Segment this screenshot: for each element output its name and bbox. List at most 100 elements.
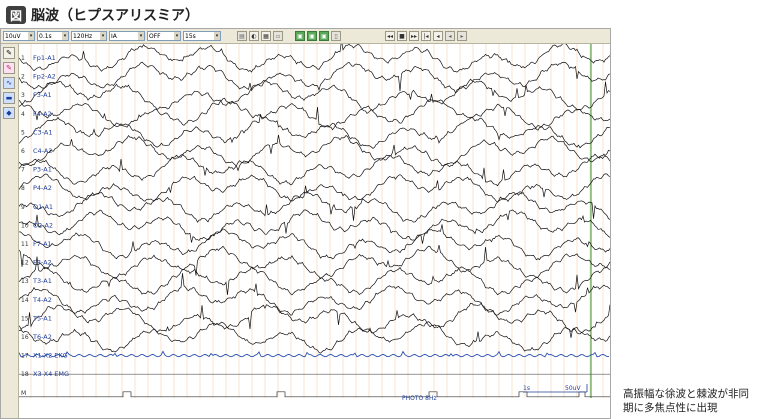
channel-label[interactable]: C3-A1 <box>33 128 52 136</box>
panel-icon[interactable]: ▬ <box>3 92 15 104</box>
montage-b-icon[interactable]: ▣ <box>307 31 317 41</box>
pen-icon[interactable]: ✎ <box>3 47 15 59</box>
chevron-down-icon: ▾ <box>28 32 34 40</box>
zoom-icon[interactable]: ◐ <box>249 31 259 41</box>
rewind-icon[interactable]: ◂◂ <box>385 31 395 41</box>
channel-number: 15 <box>21 315 29 322</box>
skip-start-icon[interactable]: |◂ <box>421 31 431 41</box>
sensitivity-select[interactable]: 10uV ▾ <box>3 31 35 41</box>
channel-number: 10 <box>21 222 29 229</box>
channel-label[interactable]: O1-A1 <box>33 203 53 211</box>
print-icon[interactable]: ▤ <box>237 31 247 41</box>
figure-title: 脳波（ヒプスアリスミア） <box>31 8 199 24</box>
eeg-trace <box>19 97 610 131</box>
channel-label[interactable]: F8-A2 <box>33 259 52 267</box>
channel-number: M <box>21 390 26 397</box>
channel-label[interactable]: F7-A1 <box>33 240 52 248</box>
eeg-traces <box>19 44 610 398</box>
eeg-trace <box>19 245 610 280</box>
channel-label[interactable]: T6-A2 <box>32 333 52 341</box>
channel-number: 13 <box>21 278 29 285</box>
figure-caption: 高振幅な徐波と棘波が非同 期に多焦点性に出現 <box>623 387 763 415</box>
eeg-viewer-window: 10uV ▾ 0.1s ▾ 120Hz ▾ IA ▾ OFF ▾ 15s ▾ ▤ ◐ ▦ ▫… <box>0 28 611 419</box>
copy-icon[interactable]: ▫ <box>273 31 283 41</box>
channel-label[interactable]: Fp1-A1 <box>33 54 56 62</box>
chevron-down-icon: ▾ <box>62 32 68 40</box>
channel-label[interactable]: O2-A2 <box>33 221 53 229</box>
channel-label[interactable]: C4-A2 <box>33 147 52 155</box>
eeg-trace <box>19 44 610 73</box>
high-cut-filter-select[interactable]: 120Hz ▾ <box>71 31 107 41</box>
chevron-down-icon: ▾ <box>214 32 220 40</box>
channel-number: 6 <box>21 148 25 155</box>
channel-label[interactable]: Fp2-A2 <box>33 73 56 81</box>
chevron-down-icon: ▾ <box>174 32 180 40</box>
channel-number: 11 <box>21 241 29 248</box>
montage-a-icon[interactable]: ▣ <box>295 31 305 41</box>
figure-header: 図 脳波（ヒプスアリスミア） <box>6 4 199 26</box>
marker-icon[interactable]: ✎ <box>3 62 15 74</box>
time-constant-select[interactable]: 0.1s ▾ <box>37 31 69 41</box>
channel-number: 17 <box>21 353 29 360</box>
eeg-trace <box>19 209 610 243</box>
eeg-trace-area[interactable]: 1 Fp1-A1 2 Fp2-A2 3 F3-A1 4 F4-A2 5 C3-A1 6 C4-A2 7 P… <box>19 44 610 418</box>
channel-label[interactable]: F4-A2 <box>33 110 52 118</box>
step-forward-icon[interactable]: ◂ <box>445 31 455 41</box>
stop-icon[interactable]: ■ <box>397 31 407 41</box>
eeg-trace <box>19 173 610 203</box>
notch-filter-select[interactable]: OFF ▾ <box>147 31 181 41</box>
eeg-trace <box>19 114 610 149</box>
page-icon[interactable]: ▯ <box>331 31 341 41</box>
step-back-icon[interactable]: ◂ <box>433 31 443 41</box>
side-toolbar: ✎ ✎ ∿ ▬ ◆ <box>1 44 19 418</box>
channel-number: 3 <box>21 92 25 99</box>
caption-line-1: 高振幅な徐波と棘波が非同 <box>623 388 749 400</box>
eeg-trace <box>19 134 610 172</box>
channel-label[interactable]: F3-A1 <box>33 91 52 99</box>
chevron-down-icon: ▾ <box>100 32 106 40</box>
amplitude-scale-label: 50uV <box>565 385 581 392</box>
channel-number: 2 <box>21 74 25 81</box>
wave-icon[interactable]: ∿ <box>3 77 15 89</box>
channel-label[interactable]: X3-X4 EMG <box>33 370 69 378</box>
eeg-trace <box>19 321 610 354</box>
eeg-trace <box>19 391 610 398</box>
channel-number: 1 <box>21 55 25 62</box>
channel-number: 18 <box>21 371 29 378</box>
channel-number: 9 <box>21 204 25 211</box>
photo-stimulation-label: PHOTO 8Hz <box>402 395 437 402</box>
eeg-trace <box>19 224 610 261</box>
channel-number: 12 <box>21 260 29 267</box>
measure-icon[interactable]: ▦ <box>261 31 271 41</box>
caption-line-2: 期に多焦点性に出現 <box>623 402 718 414</box>
channel-label[interactable]: T4-A2 <box>32 296 52 304</box>
channel-label[interactable]: T3-A1 <box>32 277 52 285</box>
channel-number: 5 <box>21 129 25 136</box>
fast-forward-icon[interactable]: ▸▸ <box>409 31 419 41</box>
page-length-select[interactable]: 15s ▾ <box>183 31 221 41</box>
channel-number: 8 <box>21 185 25 192</box>
eeg-trace <box>19 302 610 338</box>
channel-label[interactable]: P3-A1 <box>33 166 52 174</box>
eeg-trace <box>19 256 610 296</box>
eeg-trace <box>19 190 610 223</box>
skip-end-icon[interactable]: ▸ <box>457 31 467 41</box>
montage-c-icon[interactable]: ▣ <box>319 31 329 41</box>
channel-label[interactable]: T5-A1 <box>32 314 52 322</box>
figure-badge: 図 <box>6 6 26 24</box>
channel-number: 4 <box>21 111 25 118</box>
eraser-icon[interactable]: ◆ <box>3 107 15 119</box>
channel-number: 14 <box>21 297 29 304</box>
annotations: PHOTO 8Hz 1s 50uV <box>402 384 588 402</box>
channel-label[interactable]: X1-X2 EKG <box>33 352 68 360</box>
eeg-trace <box>19 273 610 316</box>
channel-number: 16 <box>21 334 29 341</box>
time-scale-label: 1s <box>523 385 530 392</box>
eeg-trace <box>19 350 609 358</box>
montage-select[interactable]: IA ▾ <box>109 31 145 41</box>
chevron-down-icon: ▾ <box>138 32 144 40</box>
channel-number: 7 <box>21 167 25 174</box>
toolbar: 10uV ▾ 0.1s ▾ 120Hz ▾ IA ▾ OFF ▾ 15s ▾ ▤ ◐ ▦ ▫… <box>1 29 610 44</box>
eeg-trace <box>19 153 610 187</box>
channel-label[interactable]: P4-A2 <box>33 184 52 192</box>
